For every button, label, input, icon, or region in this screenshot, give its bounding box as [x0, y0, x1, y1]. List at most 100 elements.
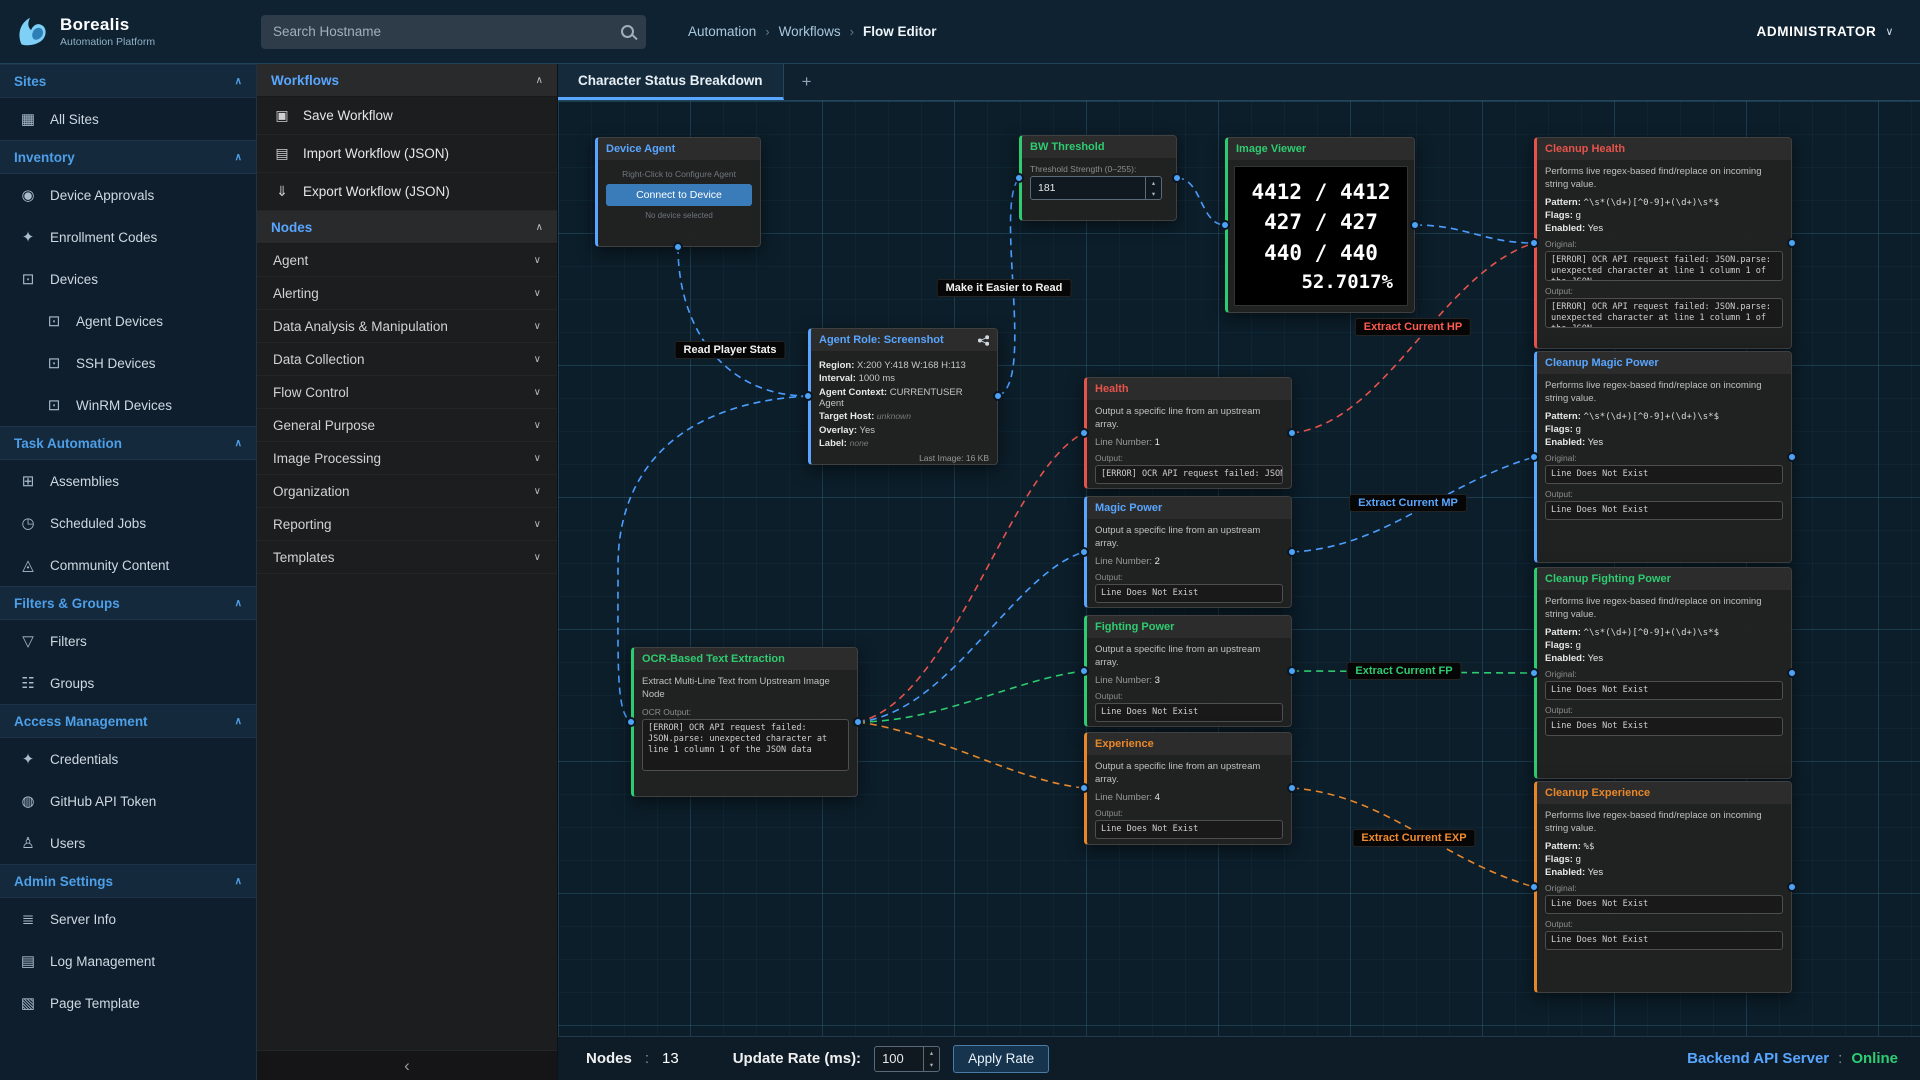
import-workflow-button[interactable]: ▤ Import Workflow (JSON) [257, 135, 557, 173]
sidebar-item-device-approvals[interactable]: ◉ Device Approvals [0, 174, 256, 216]
user-menu[interactable]: ADMINISTRATOR ∨ [1757, 24, 1894, 39]
port[interactable] [626, 717, 636, 727]
port[interactable] [1529, 668, 1539, 678]
node-header[interactable]: Device Agent [598, 138, 760, 160]
output-field[interactable]: [ERROR] OCR API request failed: JSON.par… [1545, 298, 1783, 328]
port[interactable] [1079, 428, 1089, 438]
port[interactable] [1787, 238, 1797, 248]
node-ocr-text-extraction[interactable]: OCR-Based Text Extraction Extract Multi-… [631, 647, 858, 797]
port[interactable] [1079, 666, 1089, 676]
output-field[interactable]: Line Does Not Exist [1095, 703, 1283, 722]
export-workflow-button[interactable]: ⇓ Export Workflow (JSON) [257, 173, 557, 211]
search-icon[interactable] [621, 25, 634, 38]
ocr-output-field[interactable]: [ERROR] OCR API request failed: JSON.par… [642, 719, 849, 771]
node-header[interactable]: Fighting Power [1087, 616, 1291, 638]
output-field[interactable]: Line Does Not Exist [1545, 931, 1783, 950]
sidebar-item-log-management[interactable]: ▤ Log Management [0, 940, 256, 982]
sidebar-item-devices[interactable]: ⊡ Devices [0, 258, 256, 300]
port[interactable] [1287, 666, 1297, 676]
sidebar-section-task-automation[interactable]: Task Automation ∧ [0, 426, 256, 460]
port[interactable] [1787, 452, 1797, 462]
sidebar-section-sites[interactable]: Sites ∧ [0, 64, 256, 98]
search-box[interactable] [261, 15, 646, 49]
save-workflow-button[interactable]: ▣ Save Workflow [257, 97, 557, 135]
port[interactable] [1172, 173, 1182, 183]
breadcrumb-automation[interactable]: Automation [688, 24, 756, 39]
sidebar-item-server-info[interactable]: ≣ Server Info [0, 898, 256, 940]
node-category-image-processing[interactable]: Image Processing ∨ [257, 442, 557, 475]
node-category-templates[interactable]: Templates ∨ [257, 541, 557, 574]
port[interactable] [1787, 882, 1797, 892]
output-field[interactable]: Line Does Not Exist [1545, 717, 1783, 736]
threshold-input[interactable]: 181 ▴ ▾ [1030, 176, 1162, 200]
sidebar-item-credentials[interactable]: ✦ Credentials [0, 738, 256, 780]
port[interactable] [1287, 547, 1297, 557]
node-agent-role-screenshot[interactable]: Agent Role: Screenshot Region: X:200 Y:4… [808, 328, 998, 465]
sidebar-item-page-template[interactable]: ▧ Page Template [0, 982, 256, 1024]
output-field[interactable]: Line Does Not Exist [1095, 584, 1283, 603]
nodes-header[interactable]: Nodes ∧ [257, 211, 557, 244]
node-health[interactable]: Health Output a specific line from an up… [1084, 377, 1292, 489]
add-tab-button[interactable]: + [784, 64, 830, 100]
threshold-value[interactable]: 181 [1031, 177, 1145, 199]
sidebar-item-agent-devices[interactable]: ⊡ Agent Devices [0, 300, 256, 342]
node-header[interactable]: Cleanup Fighting Power [1537, 568, 1791, 590]
port[interactable] [1014, 173, 1024, 183]
node-image-viewer[interactable]: Image Viewer 4412 / 4412 427 / 427 440 /… [1225, 137, 1415, 313]
node-magic-power[interactable]: Magic Power Output a specific line from … [1084, 496, 1292, 608]
port[interactable] [853, 717, 863, 727]
node-category-general-purpose[interactable]: General Purpose ∨ [257, 409, 557, 442]
sidebar-item-ssh-devices[interactable]: ⊡ SSH Devices [0, 342, 256, 384]
node-bw-threshold[interactable]: BW Threshold Threshold Strength (0–255):… [1019, 135, 1177, 221]
update-rate-input[interactable]: 100 ▴ ▾ [874, 1046, 940, 1072]
node-cleanup-health[interactable]: Cleanup Health Performs live regex-based… [1534, 137, 1792, 349]
port[interactable] [1287, 428, 1297, 438]
original-field[interactable]: Line Does Not Exist [1545, 465, 1783, 484]
sidebar-section-inventory[interactable]: Inventory ∧ [0, 140, 256, 174]
sidebar-item-groups[interactable]: ☷ Groups [0, 662, 256, 704]
update-rate-value[interactable]: 100 [875, 1047, 923, 1071]
original-field[interactable]: Line Does Not Exist [1545, 681, 1783, 700]
sidebar-item-github-api-token[interactable]: ◍ GitHub API Token [0, 780, 256, 822]
port[interactable] [803, 391, 813, 401]
sidebar-item-filters[interactable]: ▽ Filters [0, 620, 256, 662]
sidebar-item-all-sites[interactable]: ▦ All Sites [0, 98, 256, 140]
node-fighting-power[interactable]: Fighting Power Output a specific line fr… [1084, 615, 1292, 727]
sidebar-item-enrollment-codes[interactable]: ✦ Enrollment Codes [0, 216, 256, 258]
node-category-agent[interactable]: Agent ∨ [257, 244, 557, 277]
node-header[interactable]: OCR-Based Text Extraction [634, 648, 857, 670]
brand-block[interactable]: Borealis Automation Platform [0, 13, 257, 51]
port[interactable] [673, 242, 683, 252]
node-cleanup-experience[interactable]: Cleanup Experience Performs live regex-b… [1534, 781, 1792, 993]
port[interactable] [1787, 668, 1797, 678]
sidebar-item-assemblies[interactable]: ⊞ Assemblies [0, 460, 256, 502]
number-spinner[interactable]: ▴ ▾ [923, 1047, 939, 1071]
output-field[interactable]: Line Does Not Exist [1545, 501, 1783, 520]
node-header[interactable]: Experience [1087, 733, 1291, 755]
node-header[interactable]: Magic Power [1087, 497, 1291, 519]
apply-rate-button[interactable]: Apply Rate [953, 1045, 1049, 1073]
spin-up-icon[interactable]: ▴ [1146, 177, 1161, 188]
node-header[interactable]: Cleanup Experience [1537, 782, 1791, 804]
node-header[interactable]: BW Threshold [1022, 136, 1176, 158]
port[interactable] [993, 391, 1003, 401]
share-icon[interactable] [978, 335, 989, 346]
output-field[interactable]: Line Does Not Exist [1095, 820, 1283, 839]
node-category-data-collection[interactable]: Data Collection ∨ [257, 343, 557, 376]
number-spinner[interactable]: ▴ ▾ [1145, 177, 1161, 199]
output-field[interactable]: [ERROR] OCR API request failed: JSON.par… [1095, 465, 1283, 484]
node-category-alerting[interactable]: Alerting ∨ [257, 277, 557, 310]
sidebar-section-access-management[interactable]: Access Management ∧ [0, 704, 256, 738]
original-field[interactable]: Line Does Not Exist [1545, 895, 1783, 914]
spin-up-icon[interactable]: ▴ [924, 1047, 939, 1059]
flow-canvas[interactable]: Read Player Stats Make it Easier to Read… [558, 101, 1920, 1036]
node-category-data-analysis[interactable]: Data Analysis & Manipulation ∨ [257, 310, 557, 343]
node-header[interactable]: Health [1087, 378, 1291, 400]
port[interactable] [1529, 882, 1539, 892]
sidebar-item-users[interactable]: ♙ Users [0, 822, 256, 864]
search-input[interactable] [273, 24, 621, 39]
connect-to-device-button[interactable]: Connect to Device [606, 184, 752, 206]
breadcrumb-workflows[interactable]: Workflows [779, 24, 841, 39]
port[interactable] [1529, 238, 1539, 248]
node-experience[interactable]: Experience Output a specific line from a… [1084, 732, 1292, 845]
